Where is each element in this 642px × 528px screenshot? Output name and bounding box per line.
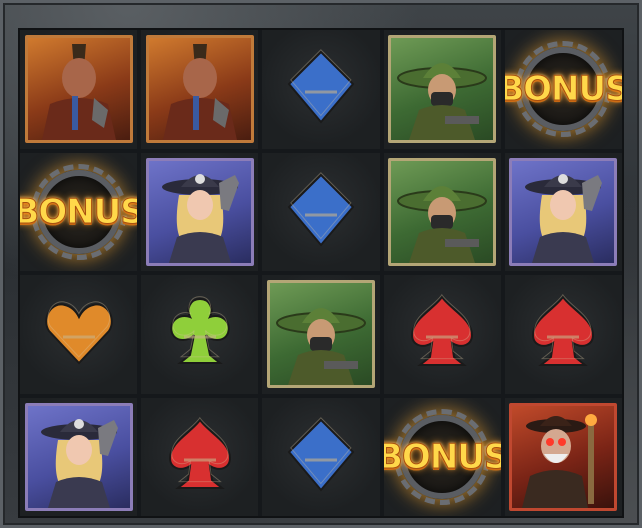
goggled-elder-symbol-portrait — [522, 413, 598, 508]
reel-cell — [141, 30, 259, 149]
bonus-label: BONUS — [504, 69, 622, 110]
reel-cell — [262, 152, 380, 271]
reel-cell — [141, 397, 259, 516]
blue-diamond-symbol — [285, 171, 357, 253]
red-spade-symbol — [164, 416, 236, 498]
reel-cell — [262, 275, 380, 394]
bonus-symbol: BONUS — [20, 163, 138, 260]
bonus-symbol: BONUS — [504, 41, 622, 138]
orange-heart-symbol — [43, 293, 115, 375]
blue-diamond-symbol — [285, 48, 357, 130]
bonus-label: BONUS — [20, 191, 138, 232]
masked-gunslinger-symbol-portrait — [275, 308, 366, 386]
reel-cell — [262, 30, 380, 149]
masked-gunslinger-symbol — [388, 157, 497, 266]
masked-gunslinger-symbol — [388, 35, 497, 144]
red-spade-symbol — [406, 293, 478, 375]
gunslinger-lady-symbol-portrait — [40, 418, 118, 508]
reel-cell — [20, 30, 138, 149]
reel-cell — [383, 30, 501, 149]
reel-cell — [383, 275, 501, 394]
red-spade-symbol — [527, 293, 599, 375]
mohawk-warrior-symbol-portrait — [41, 44, 116, 141]
bonus-symbol: BONUS — [383, 408, 501, 505]
gunslinger-lady-symbol — [24, 402, 133, 511]
goggled-elder-symbol — [509, 402, 618, 511]
reel-cell — [504, 152, 622, 271]
green-club-symbol — [164, 293, 236, 375]
reel-cell — [504, 275, 622, 394]
gunslinger-lady-symbol-portrait — [161, 173, 239, 263]
mohawk-warrior-symbol — [24, 35, 133, 144]
reel-cell — [383, 152, 501, 271]
mohawk-warrior-symbol-portrait — [162, 44, 237, 141]
reel-cell — [504, 397, 622, 516]
gunslinger-lady-symbol — [509, 157, 618, 266]
masked-gunslinger-symbol — [266, 280, 375, 389]
blue-diamond-symbol — [285, 416, 357, 498]
reel-cell — [141, 152, 259, 271]
reel-cell — [20, 275, 138, 394]
reel-cell: BONUS — [504, 30, 622, 149]
reel-cell — [20, 397, 138, 516]
gunslinger-lady-symbol-portrait — [525, 173, 603, 263]
mohawk-warrior-symbol — [145, 35, 254, 144]
reel-grid: BONUS BONUS BONUS — [18, 28, 624, 518]
masked-gunslinger-symbol-portrait — [397, 185, 488, 263]
bonus-label: BONUS — [383, 436, 501, 477]
masked-gunslinger-symbol-portrait — [397, 63, 488, 141]
reel-cell — [141, 275, 259, 394]
gunslinger-lady-symbol — [145, 157, 254, 266]
reel-cell: BONUS — [383, 397, 501, 516]
reel-cell: BONUS — [20, 152, 138, 271]
reel-cell — [262, 397, 380, 516]
